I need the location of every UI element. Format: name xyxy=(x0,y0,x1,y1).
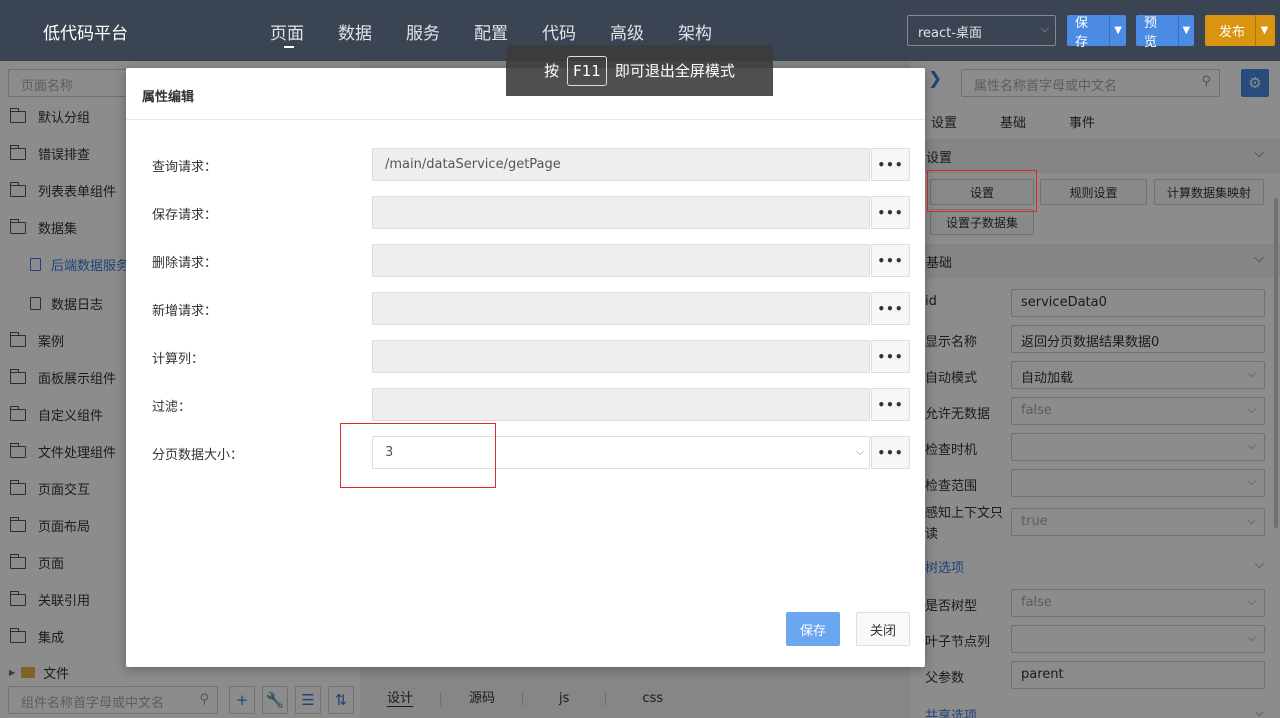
filter-input[interactable] xyxy=(372,388,870,421)
save-request-input[interactable] xyxy=(372,196,870,229)
computed-columns-more-button[interactable]: ••• xyxy=(871,340,910,373)
nav-service[interactable]: 服务 xyxy=(406,19,440,44)
page-size-select[interactable]: 3 ⌵ xyxy=(372,436,870,469)
field-label: 分页数据大小： xyxy=(152,448,244,463)
add-request-input[interactable] xyxy=(372,292,870,325)
nav-advanced[interactable]: 高级 xyxy=(610,19,644,44)
caret-down-icon[interactable]: ▼ xyxy=(1255,15,1273,46)
chevron-down-icon: ⌵ xyxy=(855,445,864,458)
toast-text-after: 即可退出全屏模式 xyxy=(614,62,735,80)
app-logo: 低代码平台 xyxy=(43,24,128,44)
field-label: 新增请求： xyxy=(152,304,218,319)
save-button-label: 保存 xyxy=(1075,15,1089,50)
property-edit-dialog: 属性编辑 查询请求： /main/dataService/getPage •••… xyxy=(126,68,925,667)
field-label: 过滤： xyxy=(152,400,192,415)
nav-code[interactable]: 代码 xyxy=(542,19,576,44)
chevron-down-icon: ⌵ xyxy=(1040,22,1049,35)
delete-request-more-button[interactable]: ••• xyxy=(871,244,910,277)
ellipsis-icon: ••• xyxy=(877,445,904,460)
publish-button[interactable]: 发布 ▼ xyxy=(1205,15,1275,46)
field-label: 查询请求： xyxy=(152,160,218,175)
project-select-value: react-桌面 xyxy=(918,26,982,41)
ellipsis-icon: ••• xyxy=(877,253,904,268)
caret-down-icon[interactable]: ▼ xyxy=(1109,15,1126,46)
ellipsis-icon: ••• xyxy=(877,205,904,220)
save-button[interactable]: 保存 ▼ xyxy=(1067,15,1126,50)
save-request-more-button[interactable]: ••• xyxy=(871,196,910,229)
toast-text-before: 按 xyxy=(544,62,560,80)
caret-down-icon[interactable]: ▼ xyxy=(1177,15,1194,46)
filter-more-button[interactable]: ••• xyxy=(871,388,910,421)
nav-config[interactable]: 配置 xyxy=(474,19,508,44)
select-value: 3 xyxy=(385,445,394,460)
field-label: 计算列： xyxy=(152,352,205,367)
nav-architecture[interactable]: 架构 xyxy=(678,19,712,44)
query-request-more-button[interactable]: ••• xyxy=(871,148,910,181)
project-select[interactable]: react-桌面 ⌵ xyxy=(907,15,1056,46)
page-size-more-button[interactable]: ••• xyxy=(871,436,910,469)
computed-columns-input[interactable] xyxy=(372,340,870,373)
ellipsis-icon: ••• xyxy=(877,301,904,316)
field-label: 保存请求： xyxy=(152,208,218,223)
ellipsis-icon: ••• xyxy=(877,157,904,172)
fullscreen-toast: 按 F11 即可退出全屏模式 xyxy=(506,45,773,96)
query-request-input[interactable]: /main/dataService/getPage xyxy=(372,148,870,181)
dialog-title: 属性编辑 xyxy=(142,90,195,105)
preview-button-label: 预览 xyxy=(1144,15,1158,50)
preview-button[interactable]: 预览 ▼ xyxy=(1136,15,1194,50)
ellipsis-icon: ••• xyxy=(877,349,904,364)
dialog-save-button[interactable]: 保存 xyxy=(786,612,840,646)
nav-data[interactable]: 数据 xyxy=(338,19,372,44)
publish-button-label: 发布 xyxy=(1219,25,1246,40)
field-label: 删除请求： xyxy=(152,256,218,271)
divider xyxy=(126,119,925,120)
delete-request-input[interactable] xyxy=(372,244,870,277)
f11-key: F11 xyxy=(567,55,607,86)
ellipsis-icon: ••• xyxy=(877,397,904,412)
add-request-more-button[interactable]: ••• xyxy=(871,292,910,325)
nav-page[interactable]: 页面 xyxy=(270,19,304,48)
dialog-close-button[interactable]: 关闭 xyxy=(856,612,910,646)
